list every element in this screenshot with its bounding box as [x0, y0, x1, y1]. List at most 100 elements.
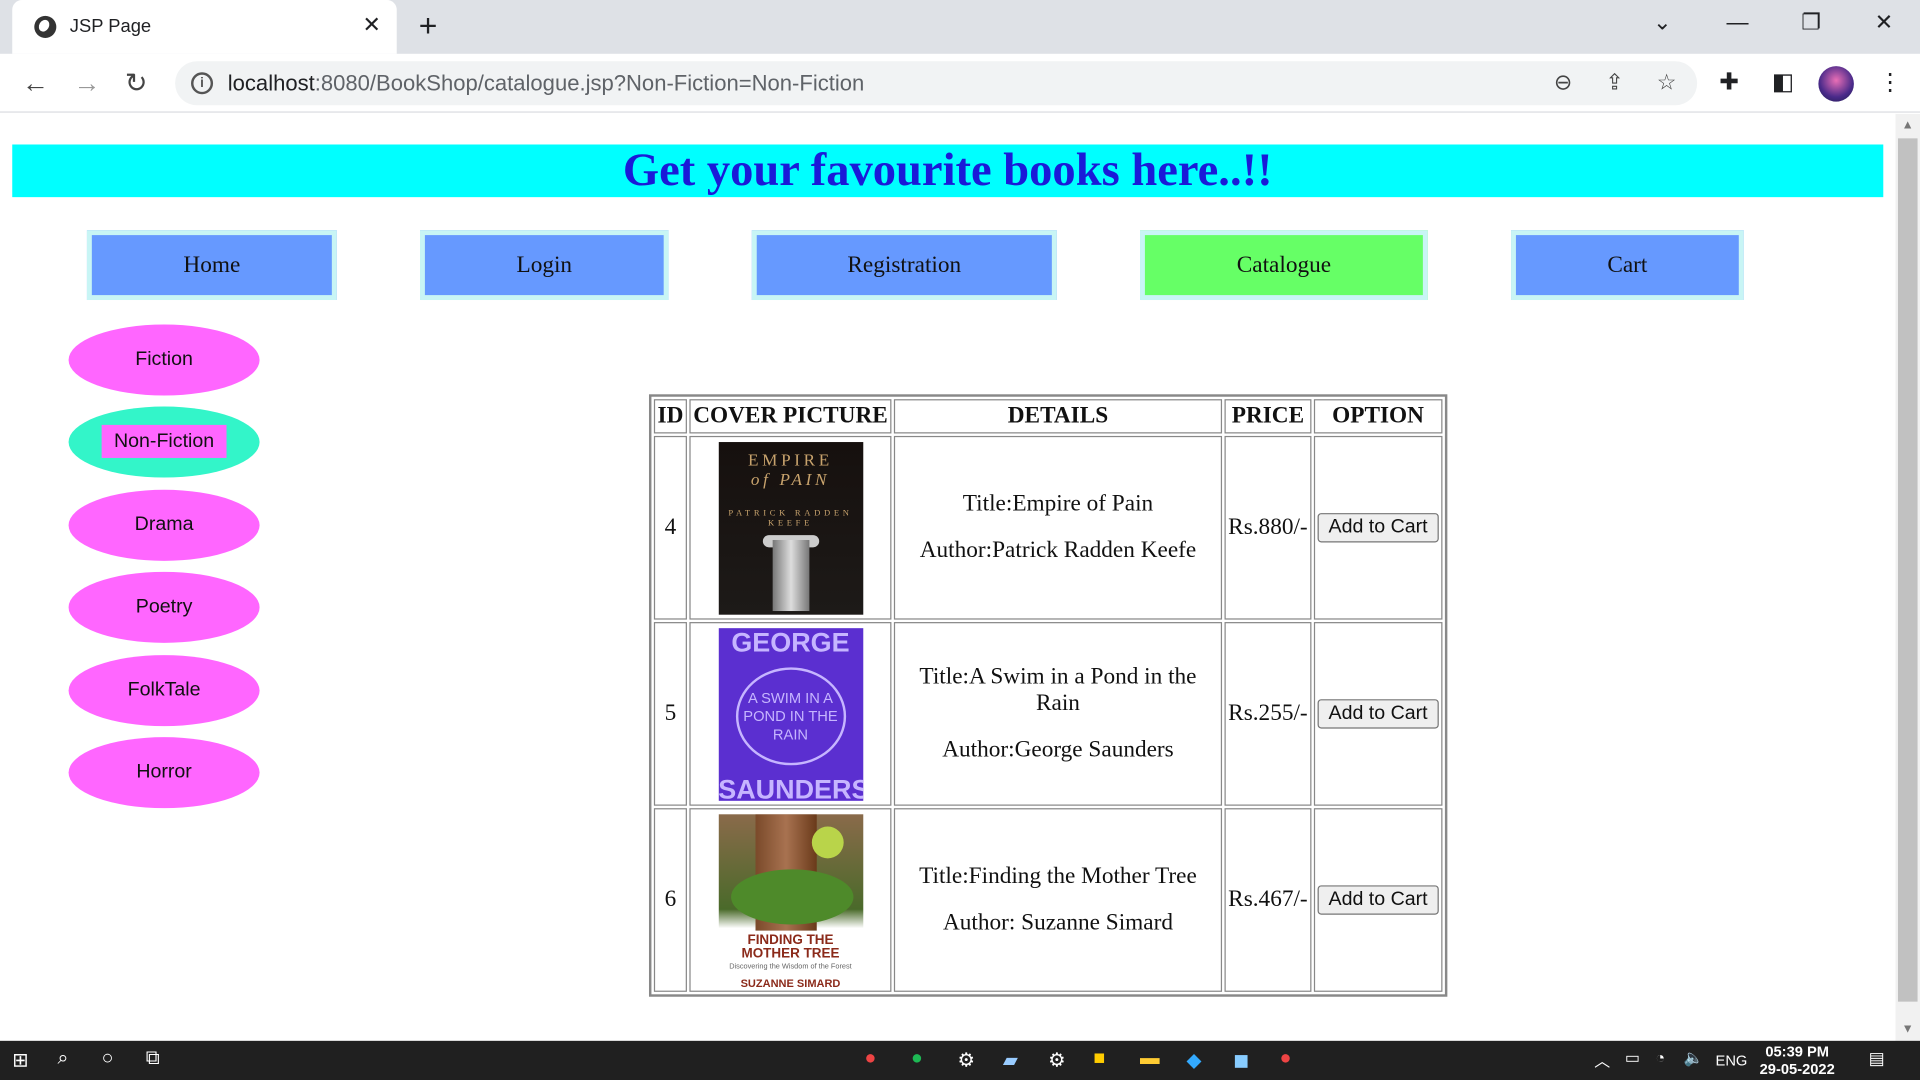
category-fiction[interactable]: Fiction [68, 324, 260, 396]
nav-catalogue[interactable]: Catalogue [1140, 230, 1428, 301]
nav-cart[interactable]: Cart [1511, 230, 1744, 301]
category-non-fiction[interactable]: Non-Fiction [68, 406, 260, 478]
profile-avatar[interactable] [1818, 66, 1854, 102]
book-details: Title:Empire of Pain Author:Patrick Radd… [893, 435, 1223, 620]
cover-cell: GEORGE A SWIM IN A POND IN THE RAIN SAUN… [689, 622, 892, 806]
close-window-icon[interactable]: ✕ [1875, 10, 1893, 36]
vscode-icon[interactable]: ◆ [1187, 1048, 1202, 1072]
scrollbar-thumb[interactable] [1897, 138, 1918, 1002]
book-details: Title:A Swim in a Pond in the Rain Autho… [893, 622, 1223, 806]
windows-start-icon[interactable]: ⊞ [12, 1048, 28, 1072]
book-cover-image: EMPIRE of PAIN PATRICK RADDEN KEEFE [718, 441, 863, 615]
table-row: 5 GEORGE A SWIM IN A POND IN THE RAIN SA… [653, 622, 1443, 806]
book-cover-image: FINDING THE MOTHER TREE Discovering the … [718, 813, 863, 987]
option-cell: Add to Cart [1313, 622, 1443, 806]
app-icon[interactable]: ▰ [1003, 1048, 1018, 1072]
tray-chevron-icon[interactable]: ︿ [1594, 1048, 1610, 1071]
cover-cell: EMPIRE of PAIN PATRICK RADDEN KEEFE [689, 435, 892, 620]
menu-icon[interactable]: ⋮ [1878, 69, 1901, 97]
chrome-icon[interactable]: ● [864, 1048, 876, 1070]
back-icon[interactable]: ← [22, 67, 49, 99]
scroll-up-icon[interactable]: ▲ [1902, 119, 1914, 132]
table-row: 6 FINDING THE MOTHER TREE Discovering th… [653, 808, 1443, 992]
add-to-cart-button[interactable]: Add to Cart [1317, 513, 1439, 543]
book-title: Title:A Swim in a Pond in the Rain [919, 663, 1197, 717]
extensions-icon[interactable]: ✚ [1719, 69, 1738, 97]
category-poetry[interactable]: Poetry [68, 571, 260, 643]
book-cover-image: GEORGE A SWIM IN A POND IN THE RAIN SAUN… [718, 627, 863, 801]
settings-gear-icon[interactable]: ⚙ [958, 1048, 976, 1072]
header-option: OPTION [1313, 399, 1443, 434]
clock[interactable]: 05:39 PM 29-05-2022 [1760, 1043, 1835, 1077]
restore-icon[interactable]: ❐ [1801, 10, 1821, 36]
book-table: ID COVER PICTURE DETAILS PRICE OPTION 4 … [648, 394, 1448, 997]
tab-strip: JSP Page ✕ + ⌄ — ❐ ✕ [0, 0, 1920, 54]
reload-icon[interactable]: ↻ [125, 67, 148, 99]
notifications-icon[interactable]: ▤ [1869, 1048, 1885, 1069]
clock-time: 05:39 PM [1765, 1043, 1830, 1061]
option-cell: Add to Cart [1313, 808, 1443, 992]
page-banner: Get your favourite books here..!! [12, 144, 1884, 198]
nav-registration[interactable]: Registration [751, 230, 1057, 301]
header-cover: COVER PICTURE [689, 399, 892, 434]
book-author: Author: Suzanne Simard [942, 909, 1173, 936]
nav-login[interactable]: Login [420, 230, 669, 301]
app-root: JSP Page ✕ + ⌄ — ❐ ✕ ← → ↻ i localhost:8… [0, 0, 1920, 1080]
header-id: ID [653, 399, 688, 434]
cortana-icon[interactable]: ○ [102, 1048, 114, 1070]
nav-home[interactable]: Home [86, 230, 337, 301]
table-header-row: ID COVER PICTURE DETAILS PRICE OPTION [653, 399, 1443, 434]
book-id: 5 [653, 622, 688, 806]
volume-icon[interactable]: 🔈 [1684, 1048, 1704, 1068]
category-horror[interactable]: Horror [68, 737, 260, 809]
browser-tab[interactable]: JSP Page ✕ [12, 0, 397, 54]
new-tab-icon[interactable]: + [419, 7, 438, 45]
close-tab-icon[interactable]: ✕ [362, 12, 380, 38]
globe-icon [34, 15, 57, 38]
tab-title: JSP Page [69, 15, 152, 37]
book-author: Author:George Saunders [942, 737, 1174, 763]
search-icon[interactable]: ⌕ [58, 1048, 69, 1070]
book-details: Title:Finding the Mother Tree Author: Su… [893, 808, 1223, 992]
zoom-icon[interactable]: ⊖ [1554, 70, 1572, 96]
address-bar[interactable]: i localhost:8080/BookShop/catalogue.jsp?… [175, 61, 1698, 106]
wifi-icon[interactable]: ◔ [1656, 1048, 1666, 1066]
category-folktale[interactable]: FolkTale [68, 655, 260, 727]
tab-search-icon[interactable]: ⌄ [1653, 10, 1671, 36]
minimize-icon[interactable]: — [1727, 10, 1749, 36]
scroll-down-icon[interactable]: ▼ [1902, 1022, 1914, 1035]
header-price: PRICE [1224, 399, 1312, 434]
url-text[interactable]: localhost:8080/BookShop/catalogue.jsp?No… [228, 71, 865, 97]
sticky-notes-icon[interactable]: ■ [1093, 1048, 1105, 1070]
language-indicator[interactable]: ENG [1716, 1052, 1748, 1069]
task-view-icon[interactable]: ⧉ [146, 1048, 160, 1070]
header-details: DETAILS [893, 399, 1223, 434]
share-icon[interactable]: ⇪ [1605, 70, 1623, 96]
add-to-cart-button[interactable]: Add to Cart [1317, 699, 1439, 729]
add-to-cart-button[interactable]: Add to Cart [1317, 885, 1439, 915]
spotify-icon[interactable]: ● [911, 1048, 923, 1070]
fern-shape [730, 868, 853, 924]
category-drama[interactable]: Drama [68, 489, 260, 561]
windows-taskbar: ⊞ ⌕ ○ ⧉ ● ● ⚙ ▰ ⚙ ■ ▬ ◆ ◼ ● ︿ ▭ ◔ 🔈 ENG … [0, 1040, 1920, 1080]
side-panel-icon[interactable]: ◧ [1772, 69, 1794, 97]
browser-toolbar: ← → ↻ i localhost:8080/BookShop/catalogu… [0, 53, 1920, 113]
book-title: Title:Finding the Mother Tree [919, 863, 1197, 889]
file-explorer-icon[interactable]: ▬ [1140, 1048, 1160, 1070]
vertical-scrollbar[interactable]: ▲ ▼ [1895, 113, 1920, 1041]
box-app-icon[interactable]: ◼ [1233, 1048, 1249, 1072]
chrome-active-icon[interactable]: ● [1280, 1048, 1292, 1070]
book-price: Rs.467/- [1224, 808, 1312, 992]
cover-badge [811, 825, 844, 858]
book-title: Title:Empire of Pain [962, 491, 1154, 517]
option-cell: Add to Cart [1313, 435, 1443, 620]
forward-icon[interactable]: → [73, 67, 100, 99]
bookmark-star-icon[interactable]: ☆ [1657, 70, 1677, 96]
battery-icon[interactable]: ▭ [1625, 1048, 1640, 1068]
table-row: 4 EMPIRE of PAIN PATRICK RADDEN KEEFE Ti… [653, 435, 1443, 620]
book-price: Rs.255/- [1224, 622, 1312, 806]
book-price: Rs.880/- [1224, 435, 1312, 620]
info-icon[interactable]: i [191, 72, 214, 95]
column-shape [772, 539, 809, 611]
settings-app-icon[interactable]: ⚙ [1048, 1048, 1066, 1072]
